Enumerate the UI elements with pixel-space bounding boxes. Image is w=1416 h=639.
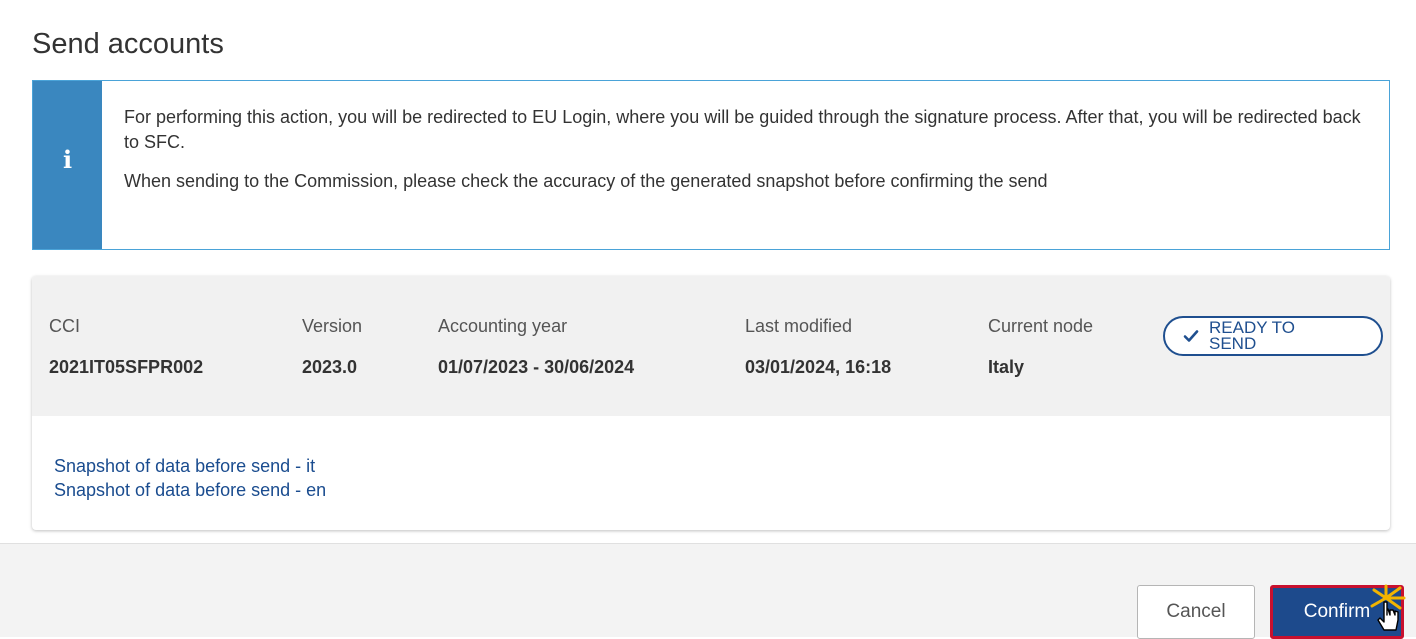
send-accounts-dialog: Send accounts i For performing this acti… xyxy=(0,0,1416,639)
info-stripe: i xyxy=(33,81,102,249)
confirm-button[interactable]: Confirm xyxy=(1270,585,1404,639)
field-accounting-year: Accounting year 01/07/2023 - 30/06/2024 xyxy=(438,316,634,378)
info-paragraph-redirect: For performing this action, you will be … xyxy=(124,107,1361,152)
info-message: i For performing this action, you will b… xyxy=(32,80,1390,250)
accounting-year-value: 01/07/2023 - 30/06/2024 xyxy=(438,357,635,377)
status-text: READY TO SEND xyxy=(1209,318,1295,353)
accounts-summary-card: CCI 2021IT05SFPR002 Version 2023.0 Accou… xyxy=(32,276,1390,530)
last-modified-value: 03/01/2024, 16:18 xyxy=(745,357,892,377)
info-paragraph-snapshot: When sending to the Commission, please c… xyxy=(124,171,1048,191)
field-version: Version 2023.0 xyxy=(302,316,362,378)
summary-header: CCI 2021IT05SFPR002 Version 2023.0 Accou… xyxy=(32,276,1390,416)
info-text: For performing this action, you will be … xyxy=(124,105,1369,208)
snapshot-link-en[interactable]: Snapshot of data before send - en xyxy=(54,478,326,502)
snapshot-links: Snapshot of data before send - it Snapsh… xyxy=(54,454,326,502)
dialog-footer: Cancel Confirm xyxy=(0,543,1416,639)
version-value: 2023.0 xyxy=(302,357,358,377)
snapshot-link-it[interactable]: Snapshot of data before send - it xyxy=(54,454,326,478)
field-cci: CCI 2021IT05SFPR002 xyxy=(49,316,203,378)
accounting-year-label: Accounting year xyxy=(438,316,568,336)
current-node-label: Current node xyxy=(988,316,1094,336)
last-modified-label: Last modified xyxy=(745,316,853,336)
dialog-title: Send accounts xyxy=(32,28,224,60)
info-icon: i xyxy=(62,144,73,174)
field-last-modified: Last modified 03/01/2024, 16:18 xyxy=(745,316,891,378)
check-icon xyxy=(1183,330,1199,342)
field-current-node: Current node Italy xyxy=(988,316,1093,378)
cci-label: CCI xyxy=(49,316,80,336)
cancel-button[interactable]: Cancel xyxy=(1137,585,1255,639)
version-label: Version xyxy=(302,316,363,336)
status-badge: READY TO SEND xyxy=(1163,316,1383,356)
cci-value: 2021IT05SFPR002 xyxy=(49,357,204,377)
current-node-value: Italy xyxy=(988,357,1025,377)
